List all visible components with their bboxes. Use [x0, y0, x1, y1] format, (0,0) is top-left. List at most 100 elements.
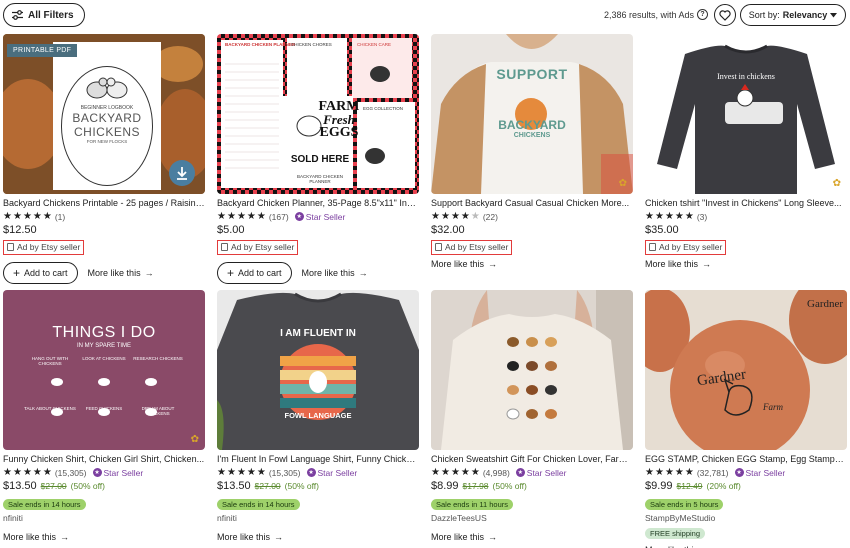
ad-label-text: Ad by Etsy seller	[231, 242, 295, 252]
more-like-this-label: More like this	[217, 532, 271, 542]
review-count: (32,781)	[696, 467, 729, 478]
original-price: $27.00	[254, 481, 281, 491]
price: $8.99 $17.98 (50% off)	[431, 480, 633, 494]
price: $13.50 $27.00 (50% off)	[3, 480, 205, 494]
listing-card[interactable]: I AM FLUENT IN FOWL LANGUAGE I'm Fluent …	[217, 290, 419, 542]
plus-icon: +	[227, 266, 235, 280]
all-filters-button[interactable]: All Filters	[3, 3, 85, 27]
more-like-this-link[interactable]: More like this →	[88, 268, 154, 278]
listing-image[interactable]: SUPPORT BACKYARD CHICKENS ✿	[431, 34, 633, 194]
price-value: $13.50	[217, 480, 251, 492]
listing-title[interactable]: Backyard Chickens Printable - 25 pages /…	[3, 198, 205, 209]
listing-image[interactable]: THINGS I DO IN MY SPARE TIME HANG OUT WI…	[3, 290, 205, 450]
star-seller-label: Star Seller	[317, 467, 358, 478]
chicken-icons-grid	[51, 378, 157, 416]
download-button[interactable]	[169, 160, 195, 186]
price: $12.50	[3, 224, 205, 238]
listing-title[interactable]: Chicken tshirt "Invest in Chickens" Long…	[645, 198, 847, 209]
planner-page-label-3: EGG COLLECTION	[363, 106, 404, 111]
more-like-this-link[interactable]: More like this →	[431, 532, 497, 542]
listing-title[interactable]: Funny Chicken Shirt, Chicken Girl Shirt,…	[3, 454, 205, 465]
listing-card[interactable]: BACKYARD CHICKEN PLANNER CHICKEN CHORES …	[217, 34, 419, 284]
rating: ★ ★ ★ ★ ★ (15,305) ★ Star Seller	[217, 467, 419, 478]
listing-card[interactable]: SUPPORT BACKYARD CHICKENS ✿ Support Back…	[431, 34, 633, 269]
shop-name[interactable]: nfiniti	[217, 513, 419, 523]
shop-name[interactable]: StampByMeStudio	[645, 513, 847, 523]
star-seller-label: Star Seller	[103, 467, 144, 478]
planner-footer: BACKYARD CHICKEN PLANNER	[297, 174, 343, 184]
card-actions: More like this →	[431, 259, 633, 269]
more-like-this-label: More like this	[431, 259, 485, 269]
bee-icon: ✿	[832, 178, 841, 189]
toolbar: All Filters 2,386 results, with Ads ? So…	[0, 0, 850, 30]
listing-card[interactable]: Invest in chickens ✿ Chicken tshirt "Inv…	[645, 34, 847, 269]
ad-icon	[649, 243, 656, 251]
arrow-right-icon: →	[144, 268, 154, 278]
listing-title[interactable]: I'm Fluent In Fowl Language Shirt, Funny…	[217, 454, 419, 465]
chicken-pair-icon	[83, 76, 131, 102]
listing-card[interactable]: Chicken Sweatshirt Gift For Chicken Love…	[431, 290, 633, 542]
listing-card[interactable]: PRINTABLE PDF BEGINNER LOGBOOK BACKYARD …	[3, 34, 205, 284]
price-value: $12.50	[3, 224, 37, 236]
download-icon	[176, 166, 188, 180]
arrow-right-icon: →	[358, 268, 368, 278]
stars-rating: ★ ★ ★ ★ ★	[431, 210, 480, 222]
stars-rating: ★ ★ ★ ★ ★	[217, 210, 266, 222]
stars-rating: ★ ★ ★ ★ ★	[645, 210, 694, 222]
add-to-cart-label: Add to cart	[24, 268, 68, 278]
listing-image[interactable]: I AM FLUENT IN FOWL LANGUAGE	[217, 290, 419, 450]
cover-title-1: BACKYARD	[72, 111, 142, 125]
listing-card[interactable]: THINGS I DO IN MY SPARE TIME HANG OUT WI…	[3, 290, 205, 542]
listing-image[interactable]: Gardner Farm Gardner	[645, 290, 847, 450]
stars-rating: ★ ★ ★ ★ ★	[3, 466, 52, 478]
favorite-search-button[interactable]	[714, 4, 736, 26]
add-to-cart-button[interactable]: + Add to cart	[217, 262, 292, 284]
sign-line-3: EGGS	[319, 125, 359, 140]
original-price: $27.00	[40, 481, 67, 491]
card-actions: More like this →	[3, 532, 205, 542]
listing-card[interactable]: Gardner Farm Gardner EGG STAMP, Chicken …	[645, 290, 847, 548]
more-like-this-link[interactable]: More like this →	[302, 268, 368, 278]
review-count: (3)	[696, 211, 708, 222]
listing-image[interactable]: BACKYARD CHICKEN PLANNER CHICKEN CHORES …	[217, 34, 419, 194]
fowl-language-shirt-photo	[217, 290, 419, 450]
more-like-this-link[interactable]: More like this →	[217, 532, 283, 542]
ad-label: Ad by Etsy seller	[431, 239, 513, 255]
plus-icon: +	[13, 266, 21, 280]
more-like-this-link[interactable]: More like this →	[3, 532, 69, 542]
sold-here-text: SOLD HERE	[290, 154, 350, 165]
all-filters-label: All Filters	[28, 9, 74, 21]
listing-title[interactable]: EGG STAMP, Chicken EGG Stamp, Egg Stamps…	[645, 454, 847, 465]
more-like-this-label: More like this	[3, 532, 57, 542]
sort-dropdown[interactable]: Sort by: Relevancy	[740, 4, 846, 26]
stamp-text-gardner-2: Gardner	[807, 298, 844, 310]
listing-title[interactable]: Backyard Chicken Planner, 35-Page 8.5"x1…	[217, 198, 419, 209]
more-like-this-link[interactable]: More like this →	[645, 259, 711, 269]
sale-badge: Sale ends in 14 hours	[217, 499, 300, 510]
price-value: $9.99	[645, 480, 673, 492]
price-value: $13.50	[3, 480, 37, 492]
ad-label-text: Ad by Etsy seller	[445, 242, 509, 252]
review-count: (22)	[482, 211, 498, 222]
listing-image[interactable]: Invest in chickens ✿	[645, 34, 847, 194]
arrow-right-icon: →	[274, 532, 284, 542]
stars-rating: ★ ★ ★ ★ ★	[217, 466, 266, 478]
listing-title[interactable]: Chicken Sweatshirt Gift For Chicken Love…	[431, 454, 633, 465]
help-icon[interactable]: ?	[697, 9, 708, 20]
review-count: (167)	[268, 211, 289, 222]
star-seller-icon: ★	[92, 468, 102, 477]
discount-percent: (50% off)	[70, 481, 105, 491]
ad-label-text: Ad by Etsy seller	[17, 242, 81, 252]
add-to-cart-button[interactable]: + Add to cart	[3, 262, 78, 284]
review-count: (1)	[54, 211, 66, 222]
shop-name[interactable]: DazzleTeesUS	[431, 513, 633, 523]
listing-title[interactable]: Support Backyard Casual Casual Chicken M…	[431, 198, 633, 209]
ad-label-text: Ad by Etsy seller	[659, 242, 723, 252]
sale-badge: Sale ends in 14 hours	[3, 499, 86, 510]
ad-icon	[435, 243, 442, 251]
listing-image[interactable]: PRINTABLE PDF BEGINNER LOGBOOK BACKYARD …	[3, 34, 205, 194]
listing-image[interactable]	[431, 290, 633, 450]
shirt-text-chickens: CHICKENS	[513, 132, 551, 139]
more-like-this-link[interactable]: More like this →	[431, 259, 497, 269]
shop-name[interactable]: nfiniti	[3, 513, 205, 523]
